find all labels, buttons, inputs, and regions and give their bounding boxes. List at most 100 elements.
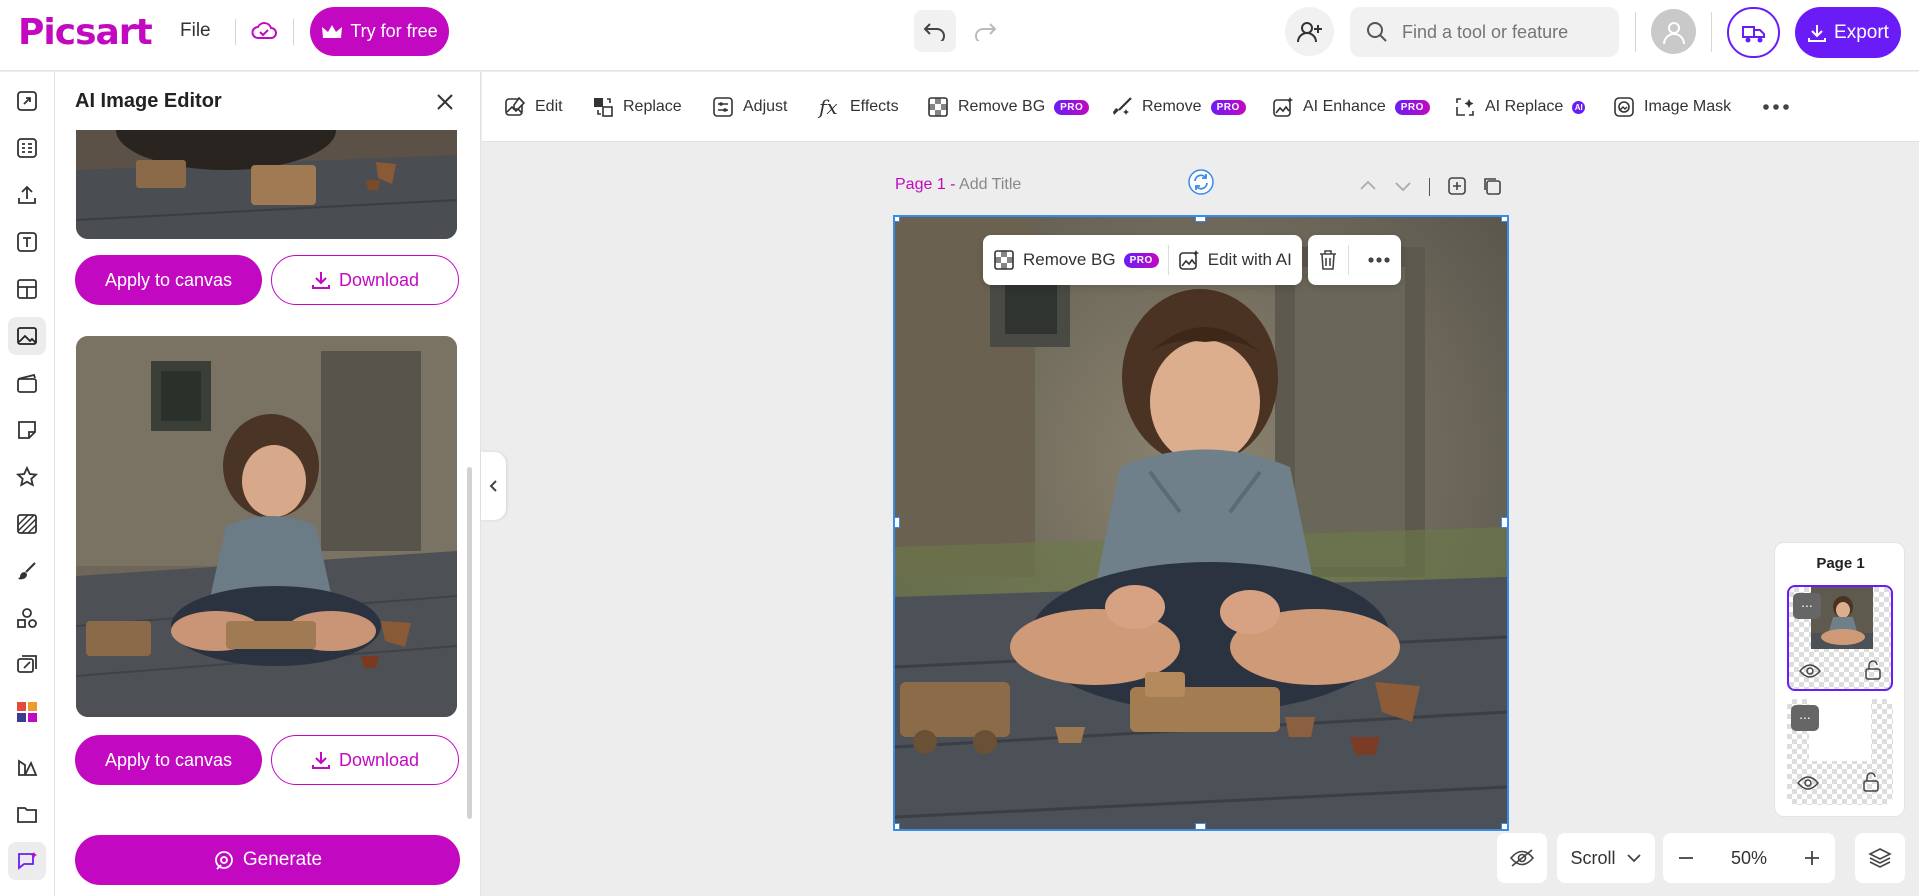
result-image-2[interactable] (76, 336, 457, 717)
rail-ai-assistant[interactable] (8, 842, 46, 880)
resize-handle-tr[interactable] (1501, 217, 1507, 222)
context-actions: Remove BG PRO Edit with AI (983, 235, 1302, 285)
layer-image[interactable]: ... (1787, 585, 1893, 691)
download-button-1[interactable]: Download (271, 255, 459, 305)
unlock-icon[interactable] (1862, 772, 1880, 792)
tool-ai-enhance[interactable]: AI Enhance PRO (1272, 94, 1430, 120)
more-icon[interactable] (1367, 256, 1391, 264)
hide-toggle-button[interactable] (1497, 833, 1547, 883)
delivery-button[interactable] (1727, 7, 1780, 58)
tools-bar: Edit Replace Adjust fx Effects Remove BG… (482, 72, 1919, 142)
try-for-free-button[interactable]: Try for free (310, 7, 449, 56)
resize-icon (17, 91, 37, 111)
rail-upload[interactable] (8, 176, 46, 214)
apply-to-canvas-button-2[interactable]: Apply to canvas (75, 735, 262, 785)
resize-handle-t[interactable] (1195, 217, 1206, 222)
rail-photos[interactable] (8, 317, 46, 355)
tool-effects[interactable]: fx Effects (819, 94, 899, 120)
page-title-field[interactable]: Add Title (959, 176, 1021, 193)
file-menu[interactable]: File (180, 20, 211, 42)
apply-to-canvas-button-1[interactable]: Apply to canvas (75, 255, 262, 305)
rail-backgrounds[interactable] (8, 505, 46, 543)
rail-my-folders[interactable] (8, 795, 46, 833)
top-bar: Picsart File Try for free Export (0, 0, 1919, 71)
download-button-2[interactable]: Download (271, 735, 459, 785)
export-button[interactable]: Export (1795, 7, 1901, 58)
tool-adjust[interactable]: Adjust (712, 94, 787, 120)
layer-background[interactable]: ... (1787, 699, 1893, 805)
rail-apps[interactable] (8, 693, 46, 731)
canvas-image[interactable] (893, 215, 1509, 831)
divider (1711, 12, 1712, 52)
rail-layout[interactable] (8, 270, 46, 308)
layer-options-button[interactable]: ... (1793, 593, 1821, 619)
zoom-out-icon[interactable] (1677, 849, 1695, 867)
layers-title: Page 1 (1816, 555, 1865, 572)
layer-options-button[interactable]: ... (1791, 705, 1819, 731)
rail-elements[interactable] (8, 599, 46, 637)
cloud-save-icon[interactable] (250, 18, 278, 44)
image-icon (17, 327, 37, 345)
redo-icon (975, 23, 997, 41)
tool-remove[interactable]: Remove PRO (1111, 94, 1246, 120)
search-input[interactable] (1402, 21, 1602, 43)
unlock-icon[interactable] (1864, 660, 1882, 680)
undo-button[interactable] (914, 10, 956, 52)
resize-handle-b[interactable] (1195, 823, 1206, 829)
delete-icon[interactable] (1318, 249, 1338, 271)
rail-brand-kit[interactable] (8, 748, 46, 786)
resize-handle-r[interactable] (1501, 517, 1507, 528)
avatar[interactable] (1651, 9, 1696, 54)
left-rail (0, 72, 55, 896)
search-box[interactable] (1350, 7, 1619, 57)
result-image-1[interactable] (76, 130, 457, 239)
ai-badge: AI (1572, 100, 1586, 114)
resize-handle-l[interactable] (895, 517, 900, 528)
rail-draw[interactable] (8, 552, 46, 590)
rail-favorites[interactable] (8, 458, 46, 496)
tool-edit[interactable]: Edit (504, 94, 563, 120)
tool-replace[interactable]: Replace (592, 94, 682, 120)
invite-collaborator-button[interactable] (1285, 7, 1334, 56)
ai-edit-icon (1178, 250, 1199, 270)
duplicate-page-button[interactable] (1482, 176, 1502, 196)
tool-image-mask[interactable]: Image Mask (1613, 94, 1731, 120)
rail-batch-edit[interactable] (8, 646, 46, 684)
page-move-up-button[interactable] (1358, 176, 1378, 196)
rail-templates[interactable] (8, 129, 46, 167)
remove-bg-icon (994, 250, 1014, 270)
background-icon (17, 514, 37, 534)
zoom-level[interactable]: 50% (1731, 848, 1767, 869)
rail-stickers[interactable] (8, 411, 46, 449)
panel-scrollbar[interactable] (467, 467, 472, 819)
eye-icon[interactable] (1799, 663, 1821, 679)
add-page-button[interactable] (1447, 176, 1467, 196)
collapse-panel-button[interactable] (481, 452, 506, 520)
zoom-in-icon[interactable] (1803, 849, 1821, 867)
tool-ai-replace[interactable]: AI Replace AI (1454, 94, 1586, 120)
resize-handle-tl[interactable] (895, 217, 900, 222)
templates-icon (17, 138, 37, 158)
page-move-down-button[interactable] (1393, 176, 1413, 196)
context-edit-with-ai-button[interactable]: Edit with AI (1178, 249, 1292, 271)
view-mode-select[interactable]: Scroll (1557, 833, 1655, 883)
user-icon (1662, 21, 1685, 44)
remove-bg-icon (928, 97, 948, 117)
context-remove-bg-button[interactable]: Remove BG PRO (993, 249, 1159, 271)
resize-handle-br[interactable] (1501, 823, 1507, 829)
more-tools-button[interactable] (1762, 94, 1790, 120)
rail-resize[interactable] (8, 82, 46, 120)
close-panel-button[interactable] (429, 86, 461, 118)
resize-handle-bl[interactable] (895, 823, 900, 829)
picsart-logo[interactable]: Picsart (18, 12, 153, 53)
pro-badge: PRO (1054, 99, 1090, 115)
redo-button[interactable] (964, 10, 1006, 52)
tool-remove-bg[interactable]: Remove BG PRO (927, 94, 1090, 120)
rail-text[interactable] (8, 223, 46, 261)
layers-toggle-button[interactable] (1855, 833, 1905, 883)
chevron-left-icon (489, 480, 497, 492)
sync-icon[interactable] (1188, 169, 1214, 195)
eye-icon[interactable] (1797, 775, 1819, 791)
generate-button[interactable]: Generate (75, 835, 460, 885)
rail-video[interactable] (8, 364, 46, 402)
